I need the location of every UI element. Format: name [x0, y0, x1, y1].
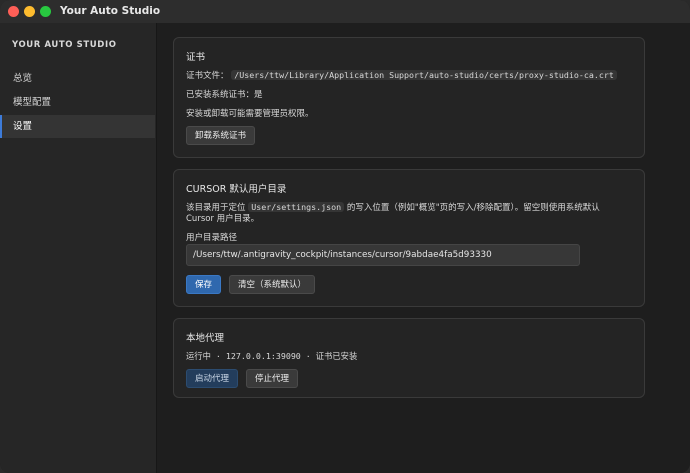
- uninstall-certificate-button[interactable]: 卸载系统证书: [186, 126, 256, 145]
- sidebar-nav: 总览 模型配置 设置: [0, 67, 155, 139]
- proxy-status: 运行中 · 127.0.0.1:39090 · 证书已安装: [186, 351, 358, 361]
- certificate-file-path: /Users/ttw/Library/Application Support/a…: [231, 70, 617, 80]
- zoom-window-button[interactable]: [40, 6, 51, 17]
- sidebar-item-overview[interactable]: 总览: [0, 67, 155, 90]
- certificate-installed-status: 已安装系统证书：是: [186, 90, 263, 100]
- cursor-description-suffix: 的写入位置（例如"概览"页的写入/移除配置）。留空则使用系统默认: [346, 203, 600, 213]
- title-bar: Your Auto Studio: [0, 0, 690, 24]
- sidebar-item-model-config[interactable]: 模型配置: [0, 91, 155, 114]
- app-window: Your Auto Studio YOUR AUTO STUDIO 总览 模型配…: [0, 0, 690, 473]
- local-proxy-title: 本地代理: [186, 333, 225, 344]
- settings-json-code: User/settings.json: [248, 202, 345, 212]
- minimize-window-button[interactable]: [24, 6, 35, 17]
- certificate-hint: 安装或卸载可能需要管理员权限。: [186, 109, 314, 119]
- brand-label: YOUR AUTO STUDIO: [12, 40, 117, 50]
- cursor-directory-title: CURSOR 默认用户目录: [186, 184, 287, 195]
- window-title: Your Auto Studio: [60, 5, 161, 17]
- certificate-file-row: 证书文件： /Users/ttw/Library/Application Sup…: [186, 69, 617, 81]
- clear-default-button[interactable]: 清空（系统默认）: [229, 275, 316, 294]
- cursor-directory-card: CURSOR 默认用户目录 该目录用于定位 User/settings.json…: [173, 169, 645, 307]
- save-button[interactable]: 保存: [186, 275, 222, 294]
- close-window-button[interactable]: [8, 6, 19, 17]
- stop-proxy-button[interactable]: 停止代理: [246, 369, 299, 388]
- user-directory-label: 用户目录路径: [186, 233, 238, 243]
- certificate-card: 证书 证书文件： /Users/ttw/Library/Application …: [173, 37, 645, 158]
- start-proxy-button[interactable]: 启动代理: [186, 369, 239, 388]
- sidebar: YOUR AUTO STUDIO 总览 模型配置 设置: [0, 23, 157, 473]
- main-content: 证书 证书文件： /Users/ttw/Library/Application …: [157, 23, 690, 473]
- cursor-description-line2: Cursor 用户目录。: [186, 214, 260, 224]
- sidebar-item-settings[interactable]: 设置: [0, 115, 155, 138]
- local-proxy-card: 本地代理 运行中 · 127.0.0.1:39090 · 证书已安装 启动代理 …: [173, 318, 645, 398]
- certificate-title: 证书: [186, 52, 206, 63]
- certificate-file-label: 证书文件：: [186, 71, 229, 81]
- user-directory-input[interactable]: /Users/ttw/.antigravity_cockpit/instance…: [186, 244, 580, 266]
